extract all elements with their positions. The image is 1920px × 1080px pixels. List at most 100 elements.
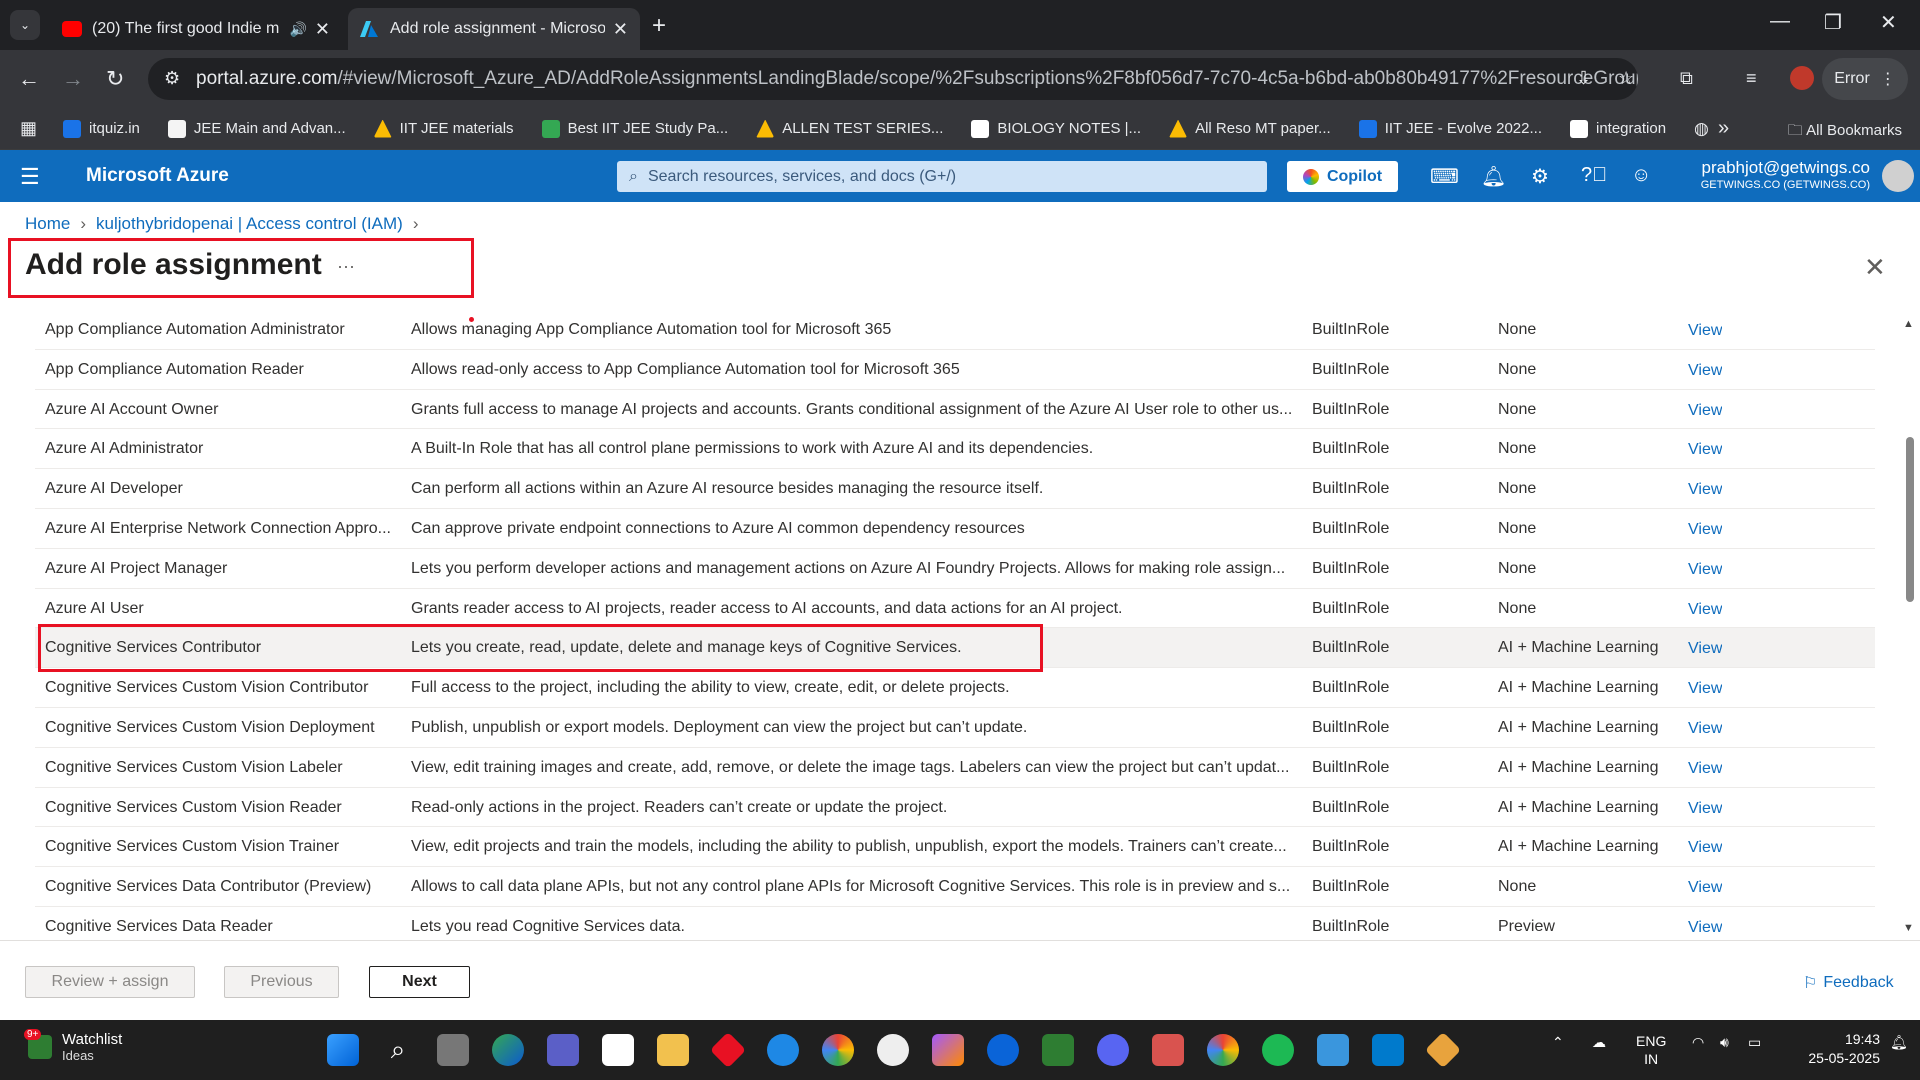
view-link[interactable]: View xyxy=(1688,402,1722,420)
restore-icon[interactable]: ❐ xyxy=(1824,10,1842,35)
discord-icon[interactable] xyxy=(1097,1034,1129,1066)
bookmark-item[interactable]: IIT JEE - Evolve 2022... xyxy=(1358,119,1542,138)
wifi-icon[interactable]: ◠ xyxy=(1692,1034,1704,1051)
hamburger-menu-icon[interactable]: ☰ xyxy=(20,164,40,190)
close-icon[interactable]: ✕ xyxy=(315,19,330,40)
new-tab-button[interactable]: + xyxy=(652,12,666,40)
app-icon[interactable] xyxy=(1317,1034,1349,1066)
previous-button[interactable]: Previous xyxy=(224,966,339,998)
bookmark-item[interactable]: itquiz.in xyxy=(63,119,140,138)
speaker-icon[interactable]: 🔊 xyxy=(289,21,306,38)
chevron-up-icon[interactable]: ⌃ xyxy=(1552,1034,1564,1051)
review-assign-button[interactable]: Review + assign xyxy=(25,966,195,998)
globe-icon[interactable]: ◍ xyxy=(1694,119,1709,139)
view-link[interactable]: View xyxy=(1688,481,1722,499)
site-info-icon[interactable]: ⚙ xyxy=(164,68,180,89)
table-row[interactable]: App Compliance Automation Reader Allows r… xyxy=(35,350,1875,390)
cloud-shell-icon[interactable]: ⌨ xyxy=(1430,164,1459,189)
app-icon[interactable] xyxy=(1152,1034,1184,1066)
view-link[interactable]: View xyxy=(1688,839,1722,857)
teams-icon[interactable] xyxy=(547,1034,579,1066)
file-explorer-icon[interactable] xyxy=(657,1034,689,1066)
table-row[interactable]: Azure AI Account Owner Grants full access… xyxy=(35,390,1875,430)
edge-icon[interactable] xyxy=(492,1034,524,1066)
scroll-down-icon[interactable]: ▼ xyxy=(1903,922,1914,934)
store-icon[interactable] xyxy=(602,1034,634,1066)
view-link[interactable]: View xyxy=(1688,521,1722,539)
notifications-icon[interactable]: 🔔︎ xyxy=(1481,164,1506,189)
table-row[interactable]: Azure AI User Grants reader access to AI … xyxy=(35,589,1875,629)
more-options-icon[interactable]: ··· xyxy=(337,256,355,277)
install-app-icon[interactable]: ⇩ xyxy=(1576,68,1591,89)
table-row[interactable]: App Compliance Automation Administrator A… xyxy=(35,310,1875,350)
extensions-icon[interactable]: ⧉ xyxy=(1680,68,1693,89)
spotify-icon[interactable] xyxy=(1262,1034,1294,1066)
browser-tab-azure[interactable]: Add role assignment - Microso ✕ xyxy=(348,8,640,50)
chrome-icon[interactable] xyxy=(1207,1034,1239,1066)
copilot-app-icon[interactable] xyxy=(932,1034,964,1066)
account-info[interactable]: prabhjot@getwings.co GETWINGS.CO (GETWIN… xyxy=(1701,158,1870,191)
profile-avatar[interactable] xyxy=(1790,66,1814,90)
close-icon[interactable]: ✕ xyxy=(613,19,628,40)
settings-gear-icon[interactable]: ⚙ xyxy=(1531,164,1549,189)
azure-brand[interactable]: Microsoft Azure xyxy=(86,165,229,187)
table-row[interactable]: Cognitive Services Custom Vision Deploym… xyxy=(35,708,1875,748)
app-icon[interactable] xyxy=(1424,1031,1462,1069)
windows-start-icon[interactable] xyxy=(327,1034,359,1066)
reload-icon[interactable]: ↻ xyxy=(106,66,124,92)
view-link[interactable]: View xyxy=(1688,760,1722,778)
view-link[interactable]: View xyxy=(1688,640,1722,658)
view-link[interactable]: View xyxy=(1688,601,1722,619)
table-row[interactable]: Azure AI Project Manager Lets you perform… xyxy=(35,549,1875,589)
back-icon[interactable]: ← xyxy=(18,66,40,92)
apps-grid-icon[interactable]: ▦ xyxy=(20,118,37,139)
table-row[interactable]: Cognitive Services Custom Vision Trainer… xyxy=(35,827,1875,868)
avatar[interactable] xyxy=(1882,160,1914,192)
view-link[interactable]: View xyxy=(1688,680,1722,698)
search-input[interactable]: ⌕ Search resources, services, and docs (… xyxy=(617,161,1267,192)
battery-icon[interactable]: ▭ xyxy=(1748,1034,1761,1051)
bookmark-item[interactable]: IIT JEE materials xyxy=(373,119,514,138)
bookmark-item[interactable]: JEE Main and Advan... xyxy=(167,119,346,138)
scroll-up-icon[interactable]: ▲ xyxy=(1903,318,1914,330)
view-link[interactable]: View xyxy=(1688,879,1722,897)
search-icon[interactable]: ⌕ xyxy=(382,1034,414,1066)
tab-search-button[interactable]: ⌄ xyxy=(10,10,40,40)
view-link[interactable]: View xyxy=(1688,362,1722,380)
table-row[interactable]: Azure AI Enterprise Network Connection A… xyxy=(35,509,1875,549)
table-row[interactable]: Azure AI Administrator A Built-In Role th… xyxy=(35,429,1875,470)
watchlist-widget[interactable]: 9+ Watchlist Ideas xyxy=(24,1029,122,1063)
bookmark-item[interactable]: integration xyxy=(1569,119,1666,138)
bookmark-item[interactable]: All Reso MT paper... xyxy=(1169,119,1331,138)
volume-icon[interactable]: 🔊︎ xyxy=(1720,1034,1729,1051)
table-row[interactable]: Cognitive Services Data Contributor (Pre… xyxy=(35,867,1875,907)
vscode-icon[interactable] xyxy=(1372,1034,1404,1066)
browser-tab-youtube[interactable]: (20) The first good Indie m 🔊 ✕ xyxy=(50,8,342,50)
chevron-right-icon[interactable]: » xyxy=(1718,117,1729,140)
close-blade-icon[interactable]: ✕ xyxy=(1864,252,1886,283)
help-app-icon[interactable] xyxy=(767,1034,799,1066)
app-icon[interactable] xyxy=(709,1031,747,1069)
address-bar[interactable]: portal.azure.com/#view/Microsoft_Azure_A… xyxy=(148,58,1638,100)
bookmark-star-icon[interactable]: ☆ xyxy=(1618,68,1634,89)
view-link[interactable]: View xyxy=(1688,720,1722,738)
copilot-button[interactable]: Copilot xyxy=(1287,161,1398,192)
language-indicator[interactable]: ENG IN xyxy=(1636,1032,1666,1068)
breadcrumb-home[interactable]: Home xyxy=(25,214,70,234)
view-link[interactable]: View xyxy=(1688,919,1722,937)
view-link[interactable]: View xyxy=(1688,800,1722,818)
view-link[interactable]: View xyxy=(1688,322,1722,340)
help-icon[interactable]: ?⃝ xyxy=(1581,164,1607,187)
onedrive-icon[interactable] xyxy=(987,1034,1019,1066)
minimize-icon[interactable]: — xyxy=(1770,10,1790,33)
bookmark-item[interactable]: ALLEN TEST SERIES... xyxy=(756,119,943,138)
view-link[interactable]: View xyxy=(1688,561,1722,579)
all-bookmarks[interactable]: 🗀 All Bookmarks xyxy=(1788,120,1902,145)
next-button[interactable]: Next xyxy=(369,966,470,998)
notification-bell-icon[interactable]: 🔔︎ xyxy=(1890,1034,1908,1051)
app-icon[interactable] xyxy=(877,1034,909,1066)
forward-icon[interactable]: → xyxy=(62,66,84,92)
bookmark-item[interactable]: BIOLOGY NOTES |... xyxy=(971,119,1141,138)
clock[interactable]: 19:43 25-05-2025 xyxy=(1808,1030,1880,1068)
feedback-link[interactable]: ⚐ Feedback xyxy=(1803,973,1894,993)
